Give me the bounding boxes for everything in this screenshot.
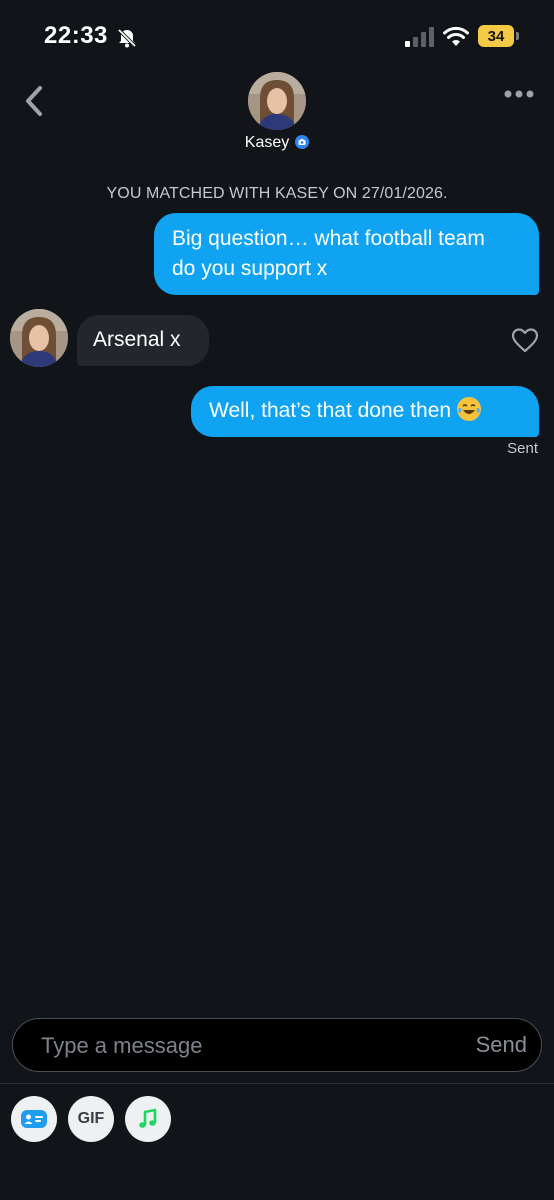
music-button[interactable]: [125, 1096, 171, 1142]
more-options-button[interactable]: [502, 88, 536, 100]
battery-icon: 34: [478, 25, 514, 47]
match-banner: YOU MATCHED WITH KASEY ON 27/01/2026.: [106, 185, 448, 202]
gif-button[interactable]: GIF: [68, 1096, 114, 1142]
message-line: Big question… what football team: [172, 227, 485, 250]
gif-icon: GIF: [77, 1110, 105, 1127]
message-incoming[interactable]: Arsenal x: [77, 315, 209, 366]
status-bar: 22:33 34: [0, 0, 554, 70]
message-outgoing[interactable]: Well, that’s that done then: [191, 386, 539, 437]
contact-avatar[interactable]: [10, 309, 68, 367]
send-button[interactable]: Send: [476, 1019, 527, 1070]
back-button[interactable]: [20, 84, 50, 118]
message-composer: Send: [12, 1018, 542, 1072]
battery-tip: [516, 32, 519, 40]
signal-icon: [405, 27, 434, 47]
status-time: 22:33: [44, 22, 108, 49]
bell-off-icon: [117, 28, 137, 48]
chevron-left-icon: [26, 86, 42, 116]
contact-card-icon: [21, 1110, 47, 1128]
message-outgoing[interactable]: Big question… what football team do you …: [154, 213, 539, 295]
music-note-icon: [139, 1108, 157, 1128]
message-text: Arsenal x: [93, 328, 181, 351]
chat-screen: 22:33 34 Kasey YOU MATCHED WITH KASEY ON…: [0, 0, 554, 1200]
delivery-status: Sent: [507, 440, 538, 457]
contact-card-button[interactable]: [11, 1096, 57, 1142]
message-text: Well, that’s that done then: [209, 399, 452, 422]
heart-icon: [511, 328, 539, 353]
contact-name-label: Kasey: [244, 134, 290, 151]
divider: [0, 1083, 554, 1084]
message-line: do you support x: [172, 257, 328, 280]
header-avatar[interactable]: [248, 72, 306, 130]
contact-name[interactable]: Kasey: [0, 134, 554, 152]
wifi-icon: [443, 26, 469, 46]
more-dots-icon: [504, 90, 534, 98]
face-with-tears-of-joy-icon: [456, 397, 481, 421]
camera-verified-icon: [295, 135, 310, 149]
message-input[interactable]: [39, 1019, 443, 1072]
like-button[interactable]: [511, 327, 539, 353]
